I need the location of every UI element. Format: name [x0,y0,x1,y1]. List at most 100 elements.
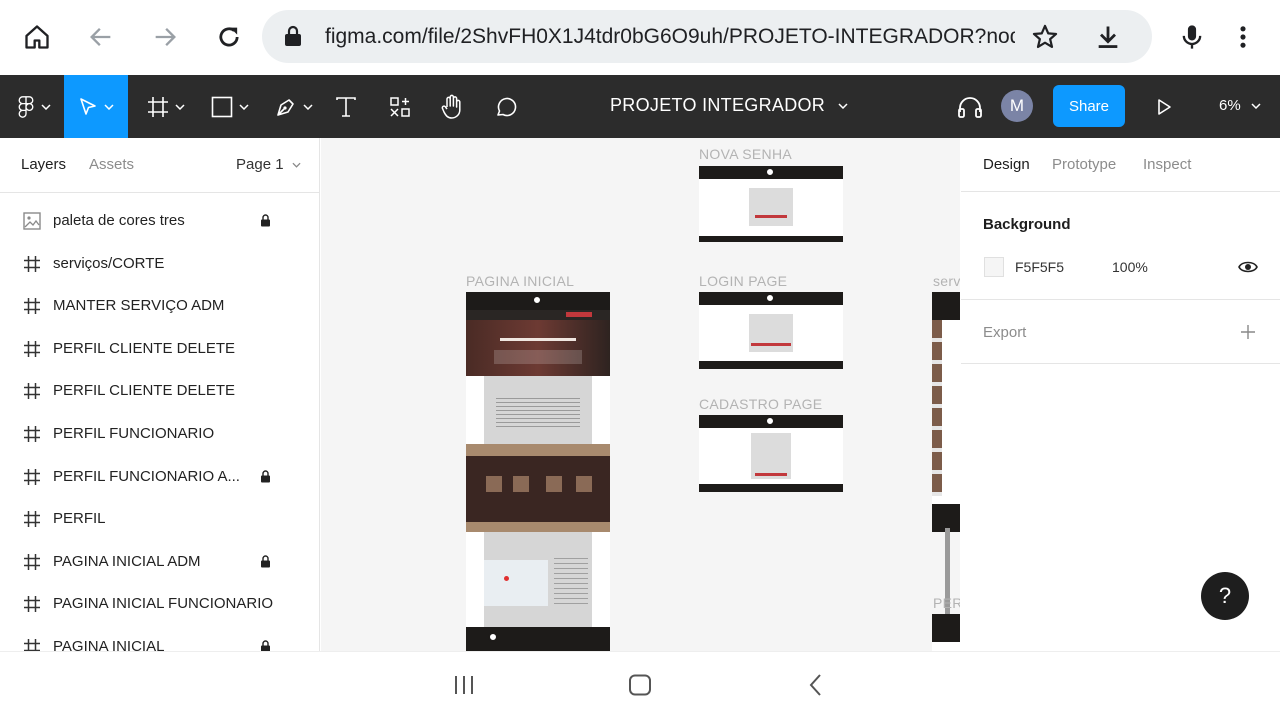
zoom-level: 6% [1219,97,1241,114]
layer-name: MANTER SERVIÇO ADM [53,297,225,315]
layer-name: PAGINA INICIAL [53,638,165,651]
text-tool-button[interactable] [328,75,364,138]
hand-tool-button[interactable] [434,75,470,138]
layer-name: PERFIL CLIENTE DELETE [53,339,235,357]
frame-perfil-partial[interactable] [932,614,960,651]
lock-icon[interactable] [260,555,271,573]
tab-design[interactable]: Design [983,156,1030,173]
frame-tool-button[interactable] [140,75,192,138]
tab-assets[interactable]: Assets [89,156,134,173]
recent-apps-icon[interactable] [449,670,479,700]
frame-icon [23,468,41,486]
layer-item[interactable]: PERFIL CLIENTE DELETE [0,330,319,370]
home-nav-icon[interactable] [625,670,655,700]
lock-icon[interactable] [260,469,271,488]
lock-icon [282,24,304,53]
browser-bar: figma.com/file/2ShvFH0X1J4tdr0bG6O9uh/PR… [0,0,1280,75]
layer-item[interactable]: paleta de cores tres [0,202,319,242]
frame-icon [23,255,41,273]
figma-logo-icon [18,95,34,118]
lock-icon[interactable] [260,640,271,651]
url-bar[interactable]: figma.com/file/2ShvFH0X1J4tdr0bG6O9uh/PR… [262,10,1152,63]
frame-icon [23,425,41,443]
frame-label-login-page: LOGIN PAGE [699,273,788,289]
shape-tool-button[interactable] [204,75,256,138]
layer-item[interactable]: PERFIL CLIENTE DELETE [0,372,319,412]
hero-banner [466,320,610,376]
background-color-swatch[interactable] [984,257,1004,277]
chevron-down-icon [292,162,301,168]
layer-item[interactable]: serviços/CORTE [0,245,319,285]
frame-nova-senha[interactable] [699,166,843,242]
layer-item[interactable]: PAGINA INICIAL ADM [0,543,319,583]
forward-icon[interactable] [147,19,183,55]
frame-icon [23,340,41,358]
add-export-icon[interactable] [1240,324,1256,345]
background-hex-input[interactable]: F5F5F5 [1015,259,1064,275]
frame-icon [23,595,41,613]
file-title-text: PROJETO INTEGRADOR [610,95,826,115]
layer-name: PERFIL FUNCIONARIO [53,425,215,442]
help-button[interactable]: ? [1201,572,1249,620]
mic-icon[interactable] [1174,19,1210,55]
layer-name: PERFIL FUNCIONARIO A... [53,467,240,485]
cursor-icon [80,97,96,115]
image-icon [23,212,41,230]
layer-item[interactable]: PERFIL FUNCIONARIO A... [0,458,319,498]
download-icon[interactable] [1090,19,1126,55]
frame-pagina-inicial[interactable] [466,292,610,651]
audio-button[interactable] [952,75,988,138]
comment-tool-button[interactable] [488,75,524,138]
map-image [484,560,548,606]
back-icon[interactable] [83,19,119,55]
layer-name: PERFIL CLIENTE DELETE [53,382,235,400]
background-opacity-input[interactable]: 100% [1112,259,1148,275]
frame-label-nova-senha: NOVA SENHA [699,146,792,162]
layer-item[interactable]: PERFIL FUNCIONARIO [0,415,319,455]
page-name: Page 1 [236,156,284,173]
zoom-menu[interactable]: 6% [1219,97,1261,114]
layer-item[interactable]: MANTER SERVIÇO ADM [0,287,319,327]
move-tool-button[interactable] [64,75,128,138]
frame-label-cadastro-page: CADASTRO PAGE [699,396,823,412]
canvas[interactable]: NOVA SENHA PAGINA INICIAL LOGIN PAGE CAD… [321,138,960,651]
file-title[interactable]: PROJETO INTEGRADOR [610,95,848,116]
layer-item[interactable]: PAGINA INICIAL FUNCIONARIO [0,585,319,625]
eye-icon[interactable] [1238,259,1258,280]
frame-label-pagina-inicial: PAGINA INICIAL [466,273,575,289]
layer-name: PERFIL [53,510,106,528]
chevron-down-icon [1251,103,1261,110]
pen-tool-button[interactable] [268,75,320,138]
layer-item[interactable]: PAGINA INICIAL [0,628,319,651]
android-nav-bar [0,651,1280,715]
layer-name: paleta de cores tres [53,212,185,229]
resources-tool-button[interactable] [382,75,418,138]
star-icon[interactable] [1027,19,1063,55]
frame-label-perfil: PER [933,595,960,611]
home-icon[interactable] [19,19,55,55]
hand-icon [441,94,461,119]
layer-name: PAGINA INICIAL FUNCIONARIO [53,595,274,613]
form-card [749,188,793,226]
tab-layers[interactable]: Layers [21,156,66,173]
frame-icon [23,638,41,651]
frame-login-page[interactable] [699,292,843,369]
pen-icon [277,98,294,116]
avatar[interactable]: M [1001,90,1033,122]
figma-menu-button[interactable] [6,75,62,138]
lock-icon[interactable] [260,214,271,232]
tab-prototype[interactable]: Prototype [1052,156,1116,173]
back-nav-icon[interactable] [801,670,831,700]
frame-cadastro-page[interactable] [699,415,843,492]
present-button[interactable] [1146,75,1182,138]
share-button[interactable]: Share [1053,85,1125,127]
layer-item[interactable]: PERFIL [0,500,319,540]
divider [961,363,1280,364]
comment-icon [497,97,517,116]
export-section-title: Export [983,324,1027,341]
more-vert-icon[interactable] [1225,19,1261,55]
page-select[interactable]: Page 1 [236,156,301,173]
reload-icon[interactable] [211,19,247,55]
frame-servicos-partial[interactable] [932,292,960,532]
tab-inspect[interactable]: Inspect [1143,156,1191,173]
